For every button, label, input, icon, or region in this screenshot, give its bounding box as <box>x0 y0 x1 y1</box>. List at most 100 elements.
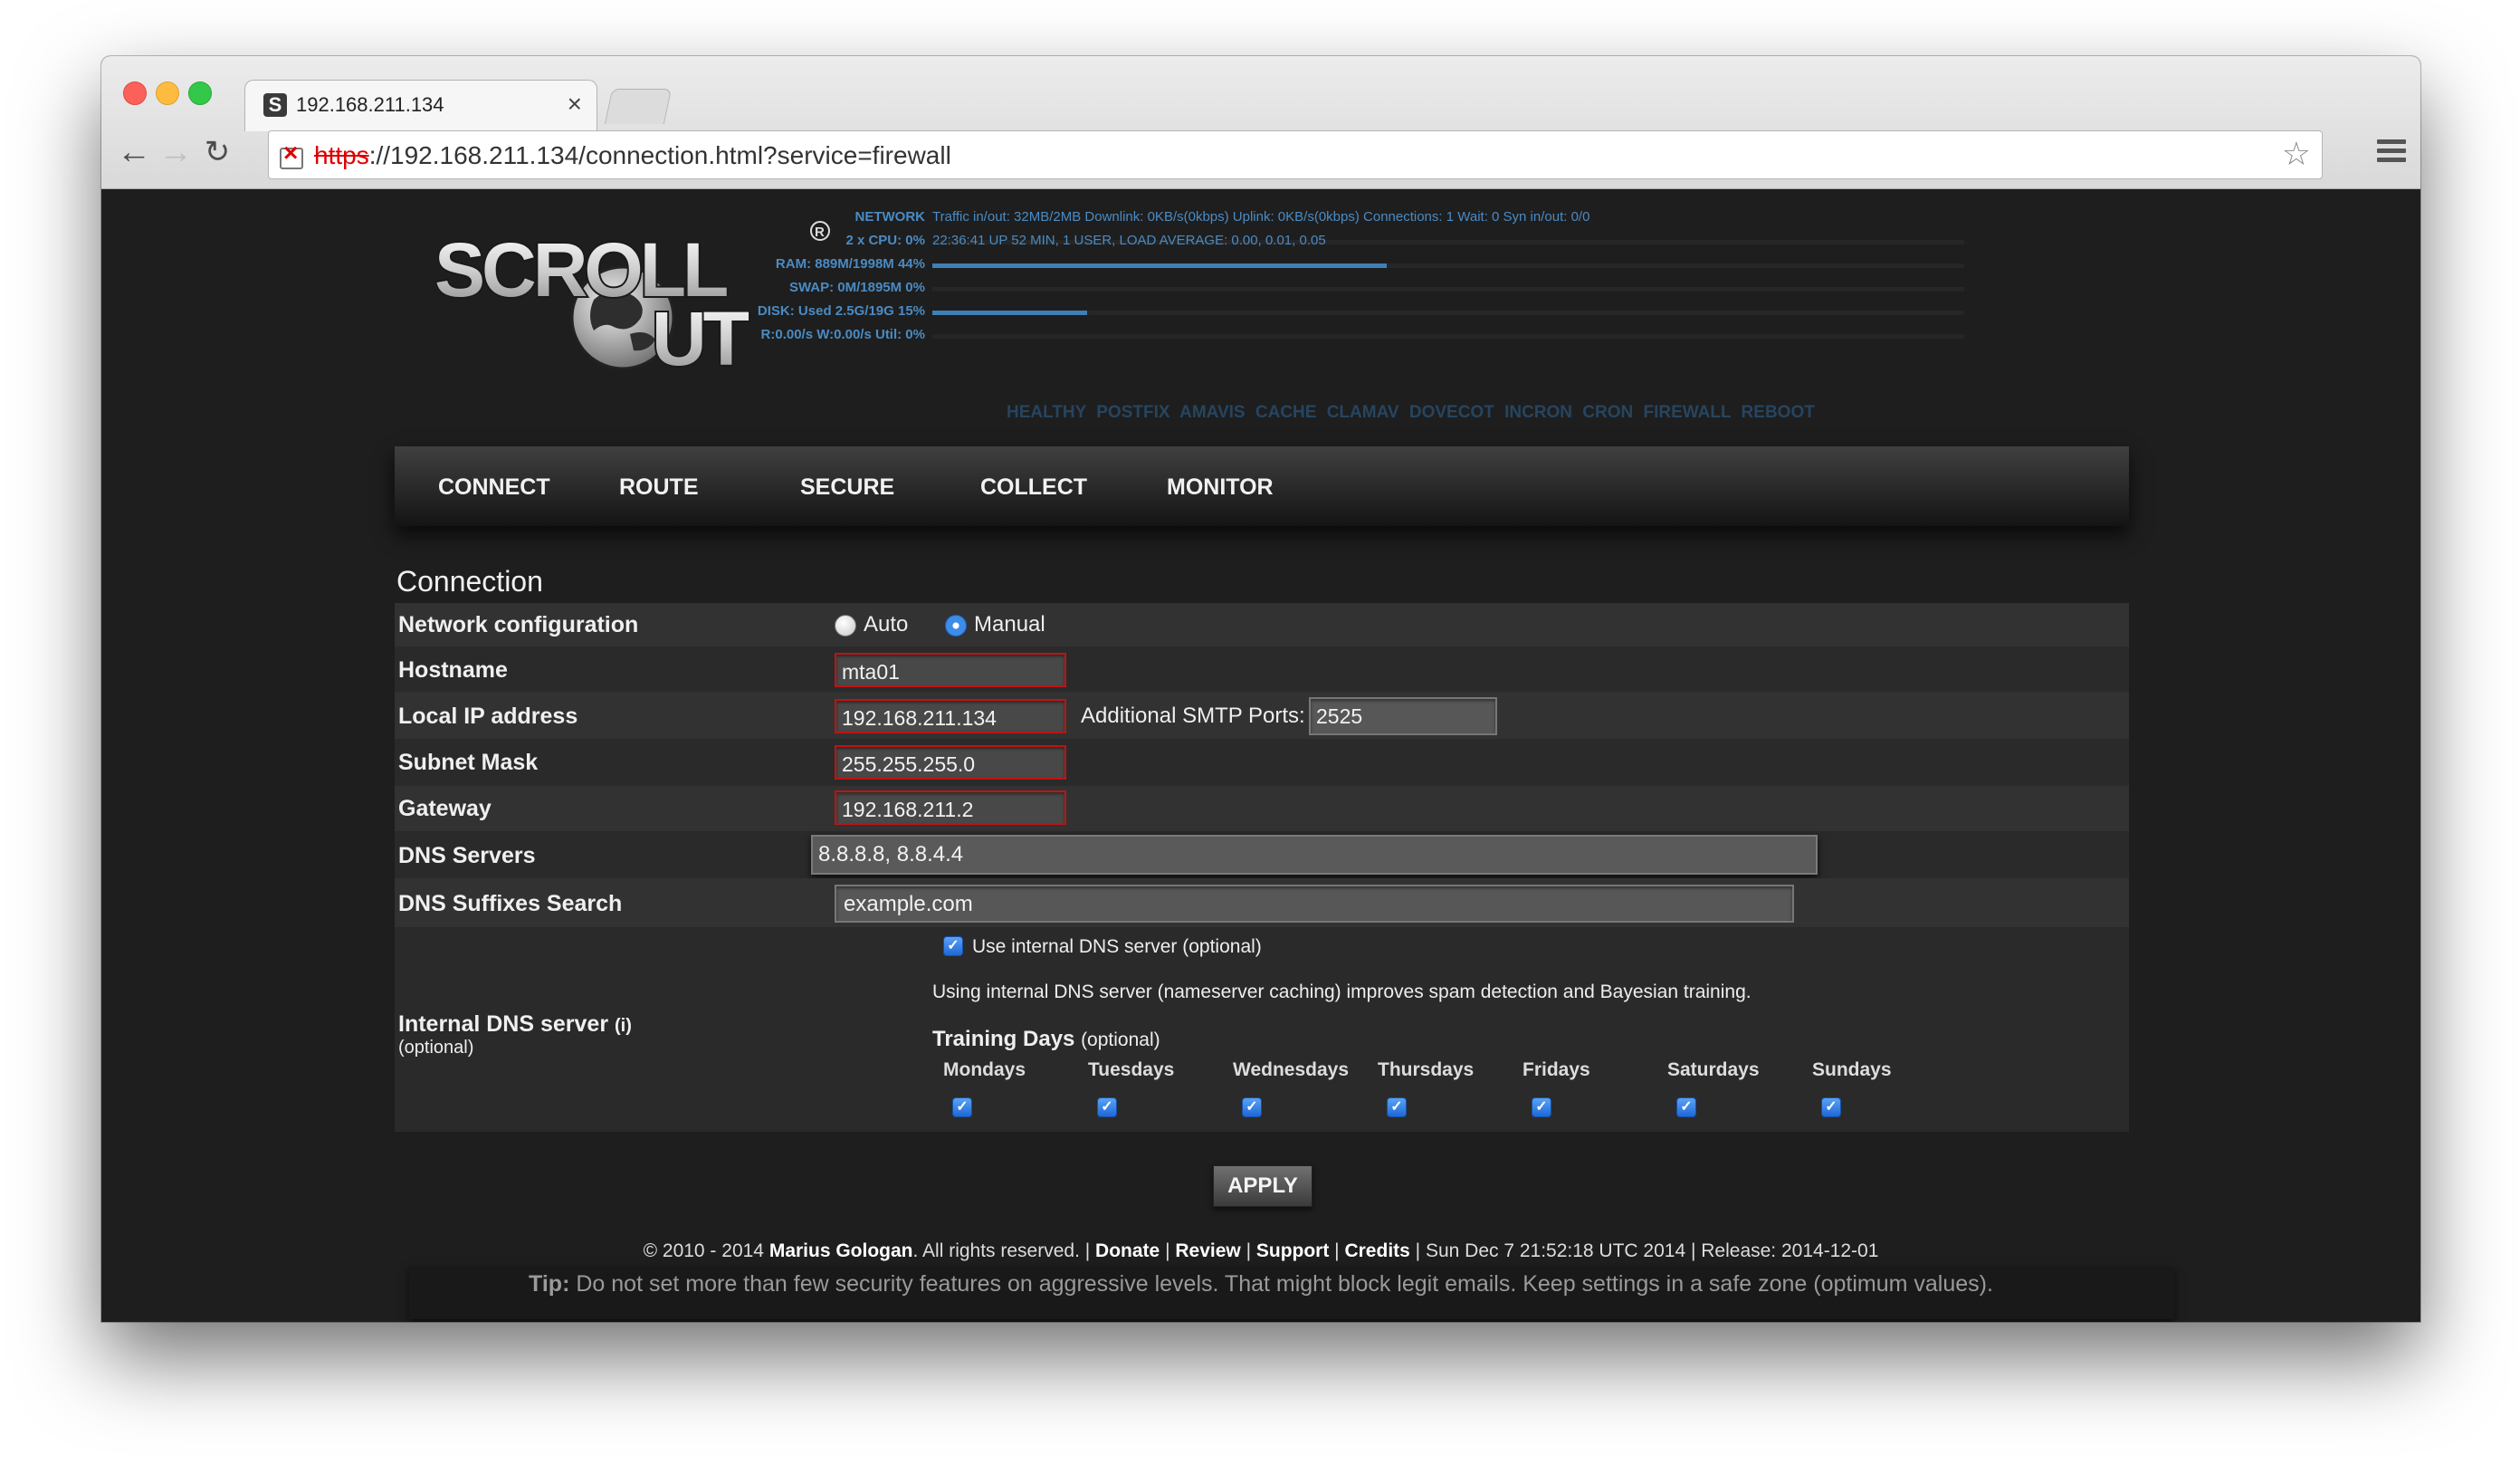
smtp-ports-input[interactable]: 2525 <box>1309 697 1497 735</box>
status-bar <box>932 334 1964 339</box>
subnet-mask-input[interactable]: 255.255.255.0 <box>835 745 1066 780</box>
url-text[interactable]: https://192.168.211.134/connection.html?… <box>314 141 951 170</box>
support-link[interactable]: Support <box>1256 1240 1329 1261</box>
hostname-label: Hostname <box>398 657 508 683</box>
dns-servers-input[interactable]: 8.8.8.8, 8.8.4.4 <box>811 835 1818 875</box>
day-label-saturdays: Saturdays <box>1667 1059 1760 1080</box>
status-network: NETWORK Traffic in/out: 32MB/2MB Downlin… <box>844 206 2238 229</box>
internal-dns-title: Internal DNS server <box>398 1011 609 1037</box>
url-path: ://192.168.211.134/connection.html?servi… <box>368 141 951 169</box>
window-close-button[interactable] <box>123 81 147 105</box>
mondays-checkbox[interactable]: ✓ <box>952 1097 972 1117</box>
nav-collect[interactable]: COLLECT <box>980 474 1087 501</box>
connection-form: Network configuration Auto Manual Hostna… <box>395 603 2129 1132</box>
dns-suffixes-label: DNS Suffixes Search <box>398 891 623 916</box>
nav-monitor[interactable]: MONITOR <box>1167 474 1274 501</box>
forward-arrow-icon[interactable]: → <box>158 134 194 170</box>
nav-route[interactable]: ROUTE <box>619 474 699 501</box>
review-link[interactable]: Review <box>1175 1240 1240 1261</box>
local-ip-input[interactable]: 192.168.211.134 <box>835 699 1066 733</box>
day-label-mondays: Mondays <box>943 1059 1026 1080</box>
footer-sep: | <box>1240 1240 1256 1261</box>
page-content: SCROLL UT R NETWORK Traffic in/out: 32MB… <box>101 189 2420 1322</box>
status-label: R:0.00/s W:0.00/s Util: 0% <box>760 327 925 342</box>
dns-suffixes-input[interactable]: example.com <box>835 885 1794 923</box>
section-title: Connection <box>396 565 543 598</box>
author-link[interactable]: Marius Gologan <box>769 1240 913 1261</box>
bookmark-star-icon[interactable]: ☆ <box>2282 135 2311 173</box>
credits-link[interactable]: Credits <box>1344 1240 1409 1261</box>
saturdays-checkbox[interactable]: ✓ <box>1676 1097 1696 1117</box>
status-bar <box>932 263 1964 268</box>
reload-icon[interactable]: ↻ <box>199 134 235 170</box>
training-days-title: Training Days (optional) <box>932 1027 1160 1052</box>
back-arrow-icon[interactable]: ← <box>116 134 152 170</box>
internal-dns-note: Using internal DNS server (nameserver ca… <box>932 981 1752 1002</box>
footer-copyright: © 2010 - 2014 <box>643 1240 769 1261</box>
status-label: SWAP: 0M/1895M 0% <box>788 280 925 295</box>
footer-sep: | <box>1329 1240 1345 1261</box>
subnet-mask-label: Subnet Mask <box>398 750 539 775</box>
manual-radio[interactable] <box>945 615 967 637</box>
favicon-icon: S <box>263 93 287 117</box>
use-internal-dns-label[interactable]: Use internal DNS server (optional) <box>972 936 1262 958</box>
tab-close-icon[interactable]: × <box>568 90 582 119</box>
main-nav: CONNECT ROUTE SECURE COLLECT MONITOR <box>395 446 2129 526</box>
hostname-input[interactable]: mta01 <box>835 653 1066 687</box>
tip-text: Tip: Do not set more than few security f… <box>101 1271 2420 1297</box>
nav-secure[interactable]: SECURE <box>800 474 894 501</box>
auto-radio[interactable] <box>835 615 856 637</box>
day-label-thursdays: Thursdays <box>1378 1059 1475 1080</box>
window-minimize-button[interactable] <box>156 81 179 105</box>
browser-tab[interactable]: S 192.168.211.134 × <box>244 80 597 131</box>
service-status-links[interactable]: HEALTHY POSTFIX AMAVIS CACHE CLAMAV DOVE… <box>1007 403 1815 423</box>
new-tab-button[interactable] <box>604 89 673 124</box>
tab-title: 192.168.211.134 <box>296 93 444 116</box>
sundays-checkbox[interactable]: ✓ <box>1821 1097 1841 1117</box>
training-days-label: Training Days <box>932 1027 1075 1051</box>
status-label: RAM: 889M/1998M 44% <box>775 256 925 272</box>
status-ram: RAM: 889M/1998M 44% <box>776 253 2238 276</box>
wednesdays-checkbox[interactable]: ✓ <box>1242 1097 1262 1117</box>
address-bar[interactable]: × https://192.168.211.134/connection.htm… <box>268 130 2323 179</box>
gateway-input[interactable]: 192.168.211.2 <box>835 790 1066 825</box>
dns-servers-label: DNS Servers <box>398 843 536 868</box>
status-io: R:0.00/s W:0.00/s Util: 0% <box>761 323 2238 347</box>
status-label: DISK: Used 2.5G/19G 15% <box>757 303 925 319</box>
day-label-wednesdays: Wednesdays <box>1233 1059 1349 1080</box>
donate-link[interactable]: Donate <box>1095 1240 1160 1261</box>
footer-date-release: | Sun Dec 7 21:52:18 UTC 2014 | Release:… <box>1409 1240 1879 1261</box>
browser-menu-icon[interactable] <box>2377 139 2406 163</box>
status-value: 22:36:41 UP 52 MIN, 1 USER, LOAD AVERAGE… <box>932 233 1326 248</box>
manual-radio-label[interactable]: Manual <box>974 612 1045 637</box>
network-configuration-label: Network configuration <box>398 612 639 637</box>
footer-sep: | <box>1160 1240 1176 1261</box>
info-icon[interactable]: (i) <box>615 1016 632 1036</box>
tip-message: Do not set more than few security featur… <box>569 1271 1993 1297</box>
auto-radio-label[interactable]: Auto <box>864 612 908 637</box>
thursdays-checkbox[interactable]: ✓ <box>1387 1097 1407 1117</box>
status-bar <box>932 311 1964 315</box>
apply-button[interactable]: APPLY <box>1213 1165 1312 1207</box>
use-internal-dns-checkbox[interactable]: ✓ <box>943 936 963 956</box>
internal-dns-optional: (optional) <box>398 1038 474 1058</box>
row-network-configuration: Network configuration Auto Manual <box>395 603 2129 646</box>
browser-chrome: S 192.168.211.134 × ← → ↻ × https://192.… <box>101 56 2420 189</box>
footer: © 2010 - 2014 Marius Gologan. All rights… <box>101 1240 2420 1262</box>
window-maximize-button[interactable] <box>188 81 212 105</box>
day-label-sundays: Sundays <box>1812 1059 1892 1080</box>
tip-label: Tip: <box>529 1271 570 1297</box>
insecure-lock-icon[interactable]: × <box>280 139 303 169</box>
status-value: Traffic in/out: 32MB/2MB Downlink: 0KB/s… <box>932 209 1590 225</box>
row-gateway: Gateway 192.168.211.2 <box>395 786 2129 831</box>
status-label: NETWORK <box>854 209 926 225</box>
tuesdays-checkbox[interactable]: ✓ <box>1097 1097 1117 1117</box>
nav-connect[interactable]: CONNECT <box>438 474 550 501</box>
svg-text:R: R <box>815 225 825 240</box>
fridays-checkbox[interactable]: ✓ <box>1532 1097 1551 1117</box>
row-hostname: Hostname mta01 <box>395 646 2129 692</box>
internal-dns-label: Internal DNS server (i) <box>398 1011 632 1038</box>
status-cpu: 2 x CPU: 0% 22:36:41 UP 52 MIN, 1 USER, … <box>844 229 2238 253</box>
local-ip-label: Local IP address <box>398 704 578 729</box>
status-disk: DISK: Used 2.5G/19G 15% <box>758 300 2238 323</box>
